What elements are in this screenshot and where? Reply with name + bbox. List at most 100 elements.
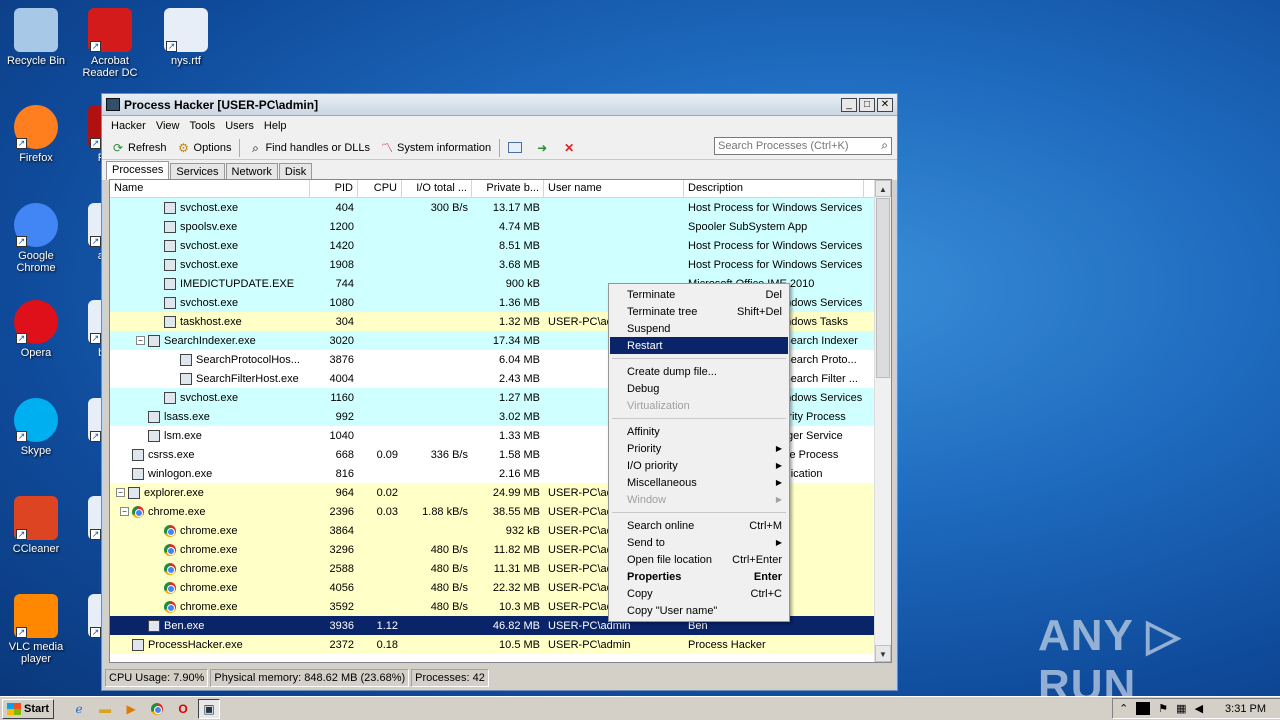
- column-header-cell[interactable]: Private b...: [472, 180, 544, 197]
- vlc-icon: ↗: [14, 594, 58, 638]
- taskbar-media-icon[interactable]: ▶: [120, 699, 142, 719]
- table-row[interactable]: svchost.exe 1420 8.51 MB Host Process for W…: [110, 236, 891, 255]
- system-information-button[interactable]: 〽 System information: [375, 138, 496, 158]
- context-menu-item[interactable]: Copy Ctrl+C: [610, 585, 788, 602]
- table-row[interactable]: spoolsv.exe 1200 4.74 MB Spooler SubSystem …: [110, 217, 891, 236]
- taskbar-chrome-icon[interactable]: [146, 699, 168, 719]
- scroll-thumb[interactable]: [876, 198, 890, 378]
- find-handles-button[interactable]: ⌕ Find handles or DLLs: [243, 138, 375, 158]
- process-name-cell: Ben.exe: [110, 619, 310, 632]
- context-menu-item[interactable]: Terminate tree Shift+Del: [610, 303, 788, 320]
- tray-clock[interactable]: 3:31 PM: [1225, 703, 1266, 715]
- context-menu-item[interactable]: Send to ▶: [610, 534, 788, 551]
- collapse-icon[interactable]: −: [120, 507, 129, 516]
- column-header-cell[interactable]: I/O total ...: [402, 180, 472, 197]
- menu-item-label: Virtualization: [627, 399, 690, 412]
- taskbar-ie-icon[interactable]: ℯ: [68, 699, 90, 719]
- taskbar-process-hacker-icon[interactable]: ▣: [198, 698, 221, 719]
- taskbar-opera-icon[interactable]: O: [172, 699, 194, 719]
- menu-view[interactable]: View: [151, 120, 185, 132]
- table-row[interactable]: svchost.exe 1908 3.68 MB Host Process for W…: [110, 255, 891, 274]
- process-icon: [148, 619, 160, 632]
- start-button[interactable]: Start: [2, 698, 55, 719]
- tab-services[interactable]: Services: [170, 163, 225, 180]
- context-menu-item[interactable]: Properties Enter: [610, 568, 788, 585]
- context-menu-item[interactable]: Affinity: [610, 423, 788, 440]
- menu-item-label: I/O priority: [627, 459, 678, 472]
- context-menu-item[interactable]: Restart: [610, 337, 788, 354]
- column-header-cell[interactable]: PID: [310, 180, 358, 197]
- tab-processes[interactable]: Processes: [106, 161, 170, 180]
- collapse-icon[interactable]: −: [136, 336, 145, 345]
- title-bar[interactable]: Process Hacker [USER-PC\admin] _ □ ✕: [102, 94, 897, 116]
- gear-icon: ⚙: [178, 140, 189, 155]
- column-header-cell[interactable]: Name: [110, 180, 310, 197]
- tray-arrow-icon[interactable]: ⌃: [1119, 702, 1128, 715]
- process-icon: [148, 410, 160, 423]
- shortcut-arrow-icon: ↗: [90, 431, 101, 442]
- desktop-icon[interactable]: ↗ Google Chrome: [0, 203, 72, 274]
- context-menu-item[interactable]: I/O priority ▶: [610, 457, 788, 474]
- process-name: svchost.exe: [180, 391, 239, 404]
- context-menu-item[interactable]: Create dump file...: [610, 363, 788, 380]
- column-header-cell[interactable]: Description: [684, 180, 864, 197]
- context-menu-item[interactable]: Open file location Ctrl+Enter: [610, 551, 788, 568]
- context-menu-item[interactable]: Miscellaneous ▶: [610, 474, 788, 491]
- shortcut-arrow-icon: ↗: [16, 333, 27, 344]
- scroll-up-icon[interactable]: ▲: [875, 180, 891, 197]
- process-name-cell: winlogon.exe: [110, 467, 310, 480]
- context-menu-item[interactable]: Debug: [610, 380, 788, 397]
- process-icon: [164, 258, 176, 271]
- table-row[interactable]: ProcessHacker.exe 2372 0.18 10.5 MB USER-PC\…: [110, 635, 891, 654]
- process-name: SearchProtocolHos...: [196, 353, 300, 366]
- tab-network[interactable]: Network: [225, 163, 278, 180]
- tray-volume-icon[interactable]: ◀: [1195, 702, 1203, 715]
- properties-button[interactable]: ➜: [530, 138, 557, 158]
- column-header: Name PID CPU I/O total ... Private b... User …: [110, 180, 891, 198]
- context-menu-item[interactable]: Search online Ctrl+M: [610, 517, 788, 534]
- desktop-icon[interactable]: ↗ Skype: [0, 398, 72, 457]
- search-input[interactable]: Search Processes (Ctrl+K) ⌕: [714, 137, 892, 155]
- context-menu-item[interactable]: Priority ▶: [610, 440, 788, 457]
- context-menu-item[interactable]: Suspend: [610, 320, 788, 337]
- column-header-cell[interactable]: CPU: [358, 180, 402, 197]
- vertical-scrollbar[interactable]: ▲ ▼: [874, 180, 891, 662]
- tab-disk[interactable]: Disk: [278, 163, 313, 180]
- refresh-icon: ⟳: [112, 140, 124, 155]
- menu-hacker[interactable]: Hacker: [106, 120, 151, 132]
- taskbar-explorer-icon[interactable]: ▬: [94, 699, 116, 719]
- window-button[interactable]: [503, 138, 530, 158]
- process-name: ProcessHacker.exe: [148, 638, 243, 651]
- menu-tools[interactable]: Tools: [185, 120, 221, 132]
- desktop-icon[interactable]: ↗ nys.rtf: [150, 8, 222, 67]
- column-header-cell[interactable]: User name: [544, 180, 684, 197]
- context-menu-item[interactable]: Terminate Del: [610, 286, 788, 303]
- tray-network-icon[interactable]: ▦: [1176, 702, 1186, 715]
- desktop-icon[interactable]: ↗ Opera: [0, 300, 72, 359]
- menu-help[interactable]: Help: [259, 120, 292, 132]
- menu-users[interactable]: Users: [220, 120, 259, 132]
- close-button[interactable]: ✕: [877, 97, 893, 112]
- table-row[interactable]: svchost.exe 404 300 B/s 13.17 MB Host Proces…: [110, 198, 891, 217]
- desktop-icon[interactable]: ↗ CCleaner: [0, 496, 72, 555]
- options-button[interactable]: ⚙ Options: [172, 138, 237, 158]
- collapse-icon[interactable]: −: [116, 488, 125, 497]
- desktop-icon[interactable]: Recycle Bin: [0, 8, 72, 67]
- chrome-icon: ↗: [14, 203, 58, 247]
- process-name-cell: chrome.exe: [110, 562, 310, 575]
- refresh-button[interactable]: ⟳ Refresh: [106, 138, 172, 158]
- go-icon: ➜: [537, 140, 548, 155]
- desktop-icon[interactable]: ↗ Acrobat Reader DC: [74, 8, 146, 79]
- desktop-icon[interactable]: ↗ Firefox: [0, 105, 72, 164]
- scroll-down-icon[interactable]: ▼: [875, 645, 891, 662]
- maximize-button[interactable]: □: [859, 97, 875, 112]
- terminate-button[interactable]: ✕: [557, 138, 584, 158]
- context-menu-item[interactable]: Copy "User name": [610, 602, 788, 619]
- minimize-button[interactable]: _: [841, 97, 857, 112]
- tray-terminal-icon[interactable]: [1136, 702, 1151, 715]
- process-name-cell: svchost.exe: [110, 258, 310, 271]
- desktop-icon[interactable]: ↗ VLC media player: [0, 594, 72, 665]
- process-count-status: Processes: 42: [411, 669, 489, 687]
- process-name: lsm.exe: [164, 429, 202, 442]
- tray-flag-icon[interactable]: ⚑: [1158, 702, 1168, 715]
